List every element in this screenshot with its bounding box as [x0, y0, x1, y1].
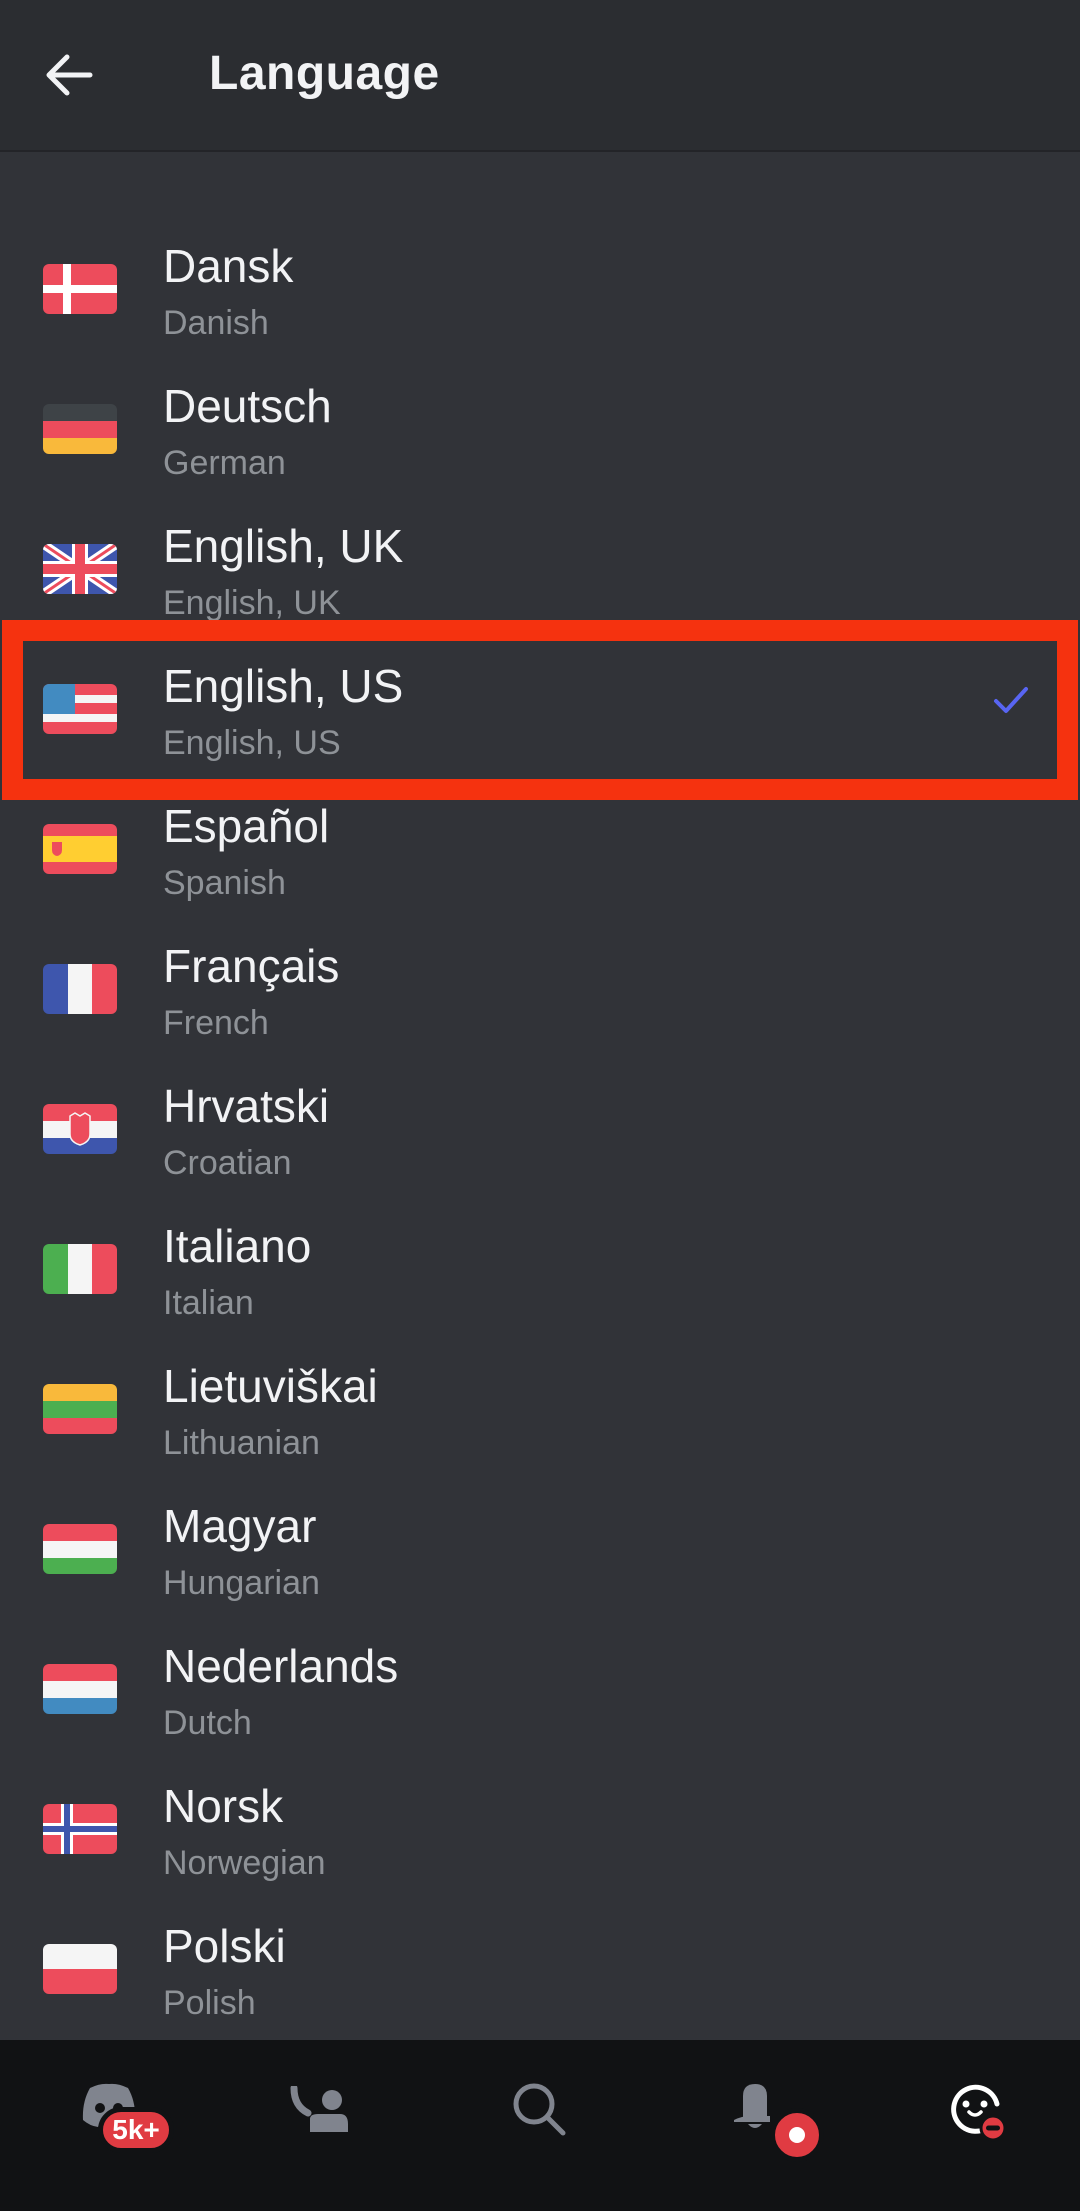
language-option-norsk[interactable]: Norsk Norwegian — [0, 1740, 1080, 1880]
language-option-francais[interactable]: Français French — [0, 900, 1080, 1040]
avatar-icon — [951, 2084, 1007, 2142]
back-button[interactable] — [40, 46, 98, 104]
language-option-english-uk[interactable]: English, UK English, UK — [0, 480, 1080, 620]
language-option-deutsch[interactable]: Deutsch German — [0, 340, 1080, 480]
language-english-name: Polish — [163, 1984, 256, 2022]
nav-profile-button[interactable] — [864, 2040, 1080, 2170]
language-option-lietuviskai[interactable]: Lietuviškai Lithuanian — [0, 1320, 1080, 1460]
nav-home-button[interactable]: 5k+ — [0, 2040, 216, 2170]
search-icon — [513, 2083, 566, 2136]
language-native-name: Français — [163, 940, 340, 992]
unread-count-badge: 5k+ — [98, 2107, 174, 2153]
language-option-nederlands[interactable]: Nederlands Dutch — [0, 1600, 1080, 1740]
flag-croatia-icon — [43, 1104, 117, 1154]
flag-italy-icon — [43, 1244, 117, 1294]
language-english-name: Lithuanian — [163, 1424, 320, 1462]
language-native-name: Español — [163, 800, 330, 852]
flag-germany-icon — [43, 404, 117, 454]
language-english-name: German — [163, 444, 286, 482]
language-native-name: Deutsch — [163, 380, 332, 432]
language-native-name: Magyar — [163, 1500, 317, 1552]
language-native-name: Dansk — [163, 240, 294, 292]
flag-denmark-icon — [43, 264, 117, 314]
bottom-nav-bar: 5k+ — [0, 2040, 1080, 2211]
language-option-italiano[interactable]: Italiano Italian — [0, 1180, 1080, 1320]
nav-notifications-button[interactable] — [648, 2040, 864, 2170]
flag-poland-icon — [43, 1944, 117, 1994]
header-bar: Language — [0, 0, 1080, 152]
flag-lithuania-icon — [43, 1384, 117, 1434]
language-english-name: English, US — [163, 724, 341, 762]
language-native-name: Hrvatski — [163, 1080, 330, 1132]
friends-icon — [290, 2086, 348, 2132]
language-native-name: Polski — [163, 1920, 286, 1972]
flag-spain-icon — [43, 824, 117, 874]
language-english-name: Croatian — [163, 1144, 292, 1182]
notification-dot-badge — [770, 2108, 824, 2162]
language-native-name: Nederlands — [163, 1640, 399, 1692]
language-english-name: French — [163, 1004, 269, 1042]
language-native-name: Norsk — [163, 1780, 284, 1832]
language-english-name: Hungarian — [163, 1564, 320, 1602]
language-option-espanol[interactable]: Español Spanish — [0, 760, 1080, 900]
arrow-left-icon — [46, 54, 93, 96]
language-list: Dansk Danish Deutsch German English, UK … — [0, 152, 1080, 2040]
nav-search-button[interactable] — [432, 2040, 648, 2170]
checkmark-icon — [994, 687, 1028, 713]
flag-us-icon — [43, 684, 117, 734]
language-english-name: Spanish — [163, 864, 286, 902]
language-native-name: Lietuviškai — [163, 1360, 378, 1412]
flag-netherlands-icon — [43, 1664, 117, 1714]
page-title: Language — [209, 47, 440, 100]
language-option-polski[interactable]: Polski Polish — [0, 1880, 1080, 2020]
nav-friends-button[interactable] — [216, 2040, 432, 2170]
language-native-name: Italiano — [163, 1220, 312, 1272]
flag-france-icon — [43, 964, 117, 1014]
language-english-name: Norwegian — [163, 1844, 326, 1882]
dot-icon — [789, 2127, 805, 2143]
language-native-name: English, US — [163, 660, 404, 712]
language-option-hrvatski[interactable]: Hrvatski Croatian — [0, 1040, 1080, 1180]
language-english-name: Dutch — [163, 1704, 252, 1742]
language-option-magyar[interactable]: Magyar Hungarian — [0, 1460, 1080, 1600]
language-native-name: English, UK — [163, 520, 404, 572]
flag-hungary-icon — [43, 1524, 117, 1574]
language-english-name: English, UK — [163, 584, 341, 622]
language-english-name: Danish — [163, 304, 269, 342]
language-option-dansk[interactable]: Dansk Danish — [0, 200, 1080, 340]
language-option-english-us[interactable]: English, US English, US — [0, 620, 1080, 760]
flag-norway-icon — [43, 1804, 117, 1854]
flag-uk-icon — [43, 544, 117, 594]
language-english-name: Italian — [163, 1284, 254, 1322]
